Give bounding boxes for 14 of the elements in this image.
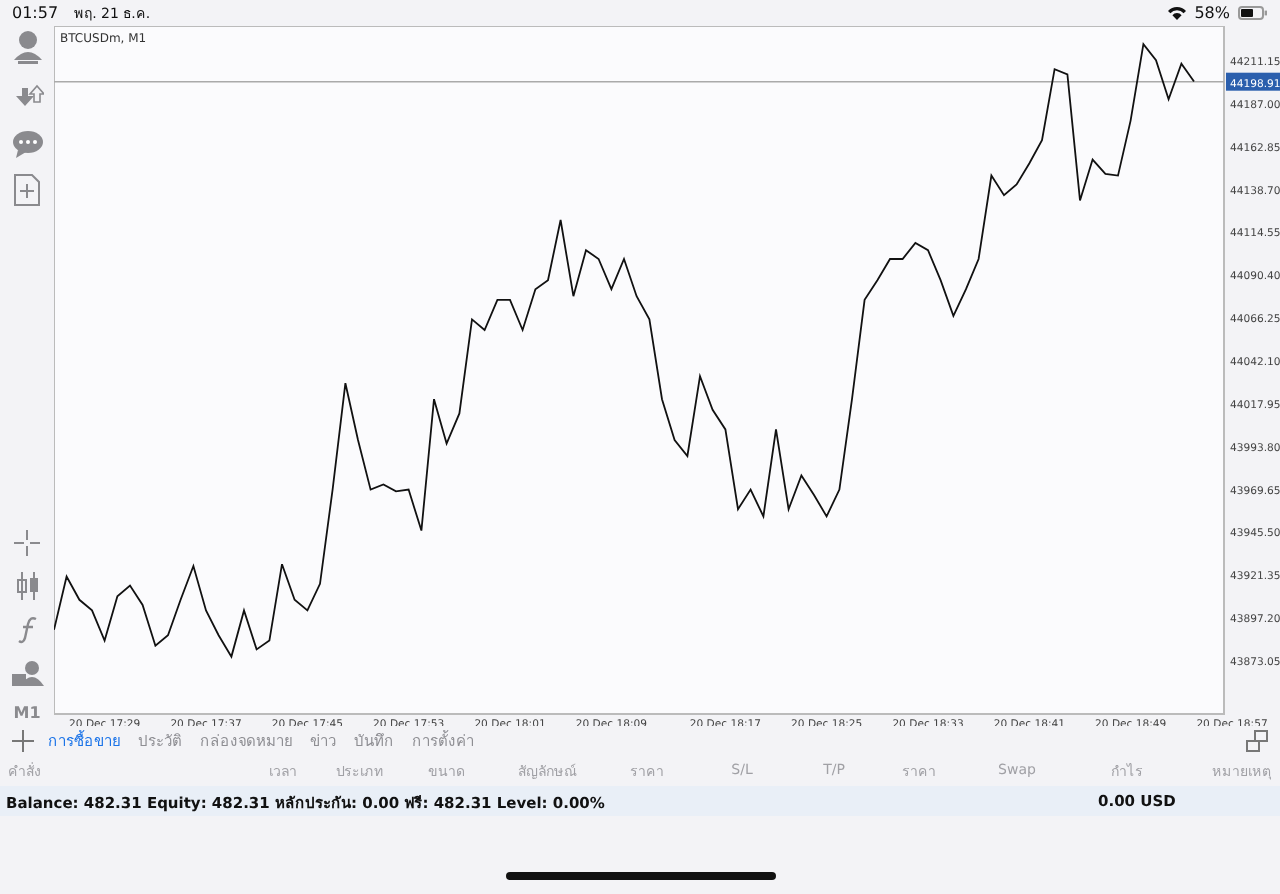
battery-icon — [1238, 6, 1268, 20]
status-time: 01:57 — [12, 4, 59, 22]
wifi-icon — [1168, 6, 1187, 20]
function-icon[interactable] — [17, 616, 37, 644]
candlestick-icon[interactable] — [15, 572, 39, 600]
battery-percent: 58% — [1194, 4, 1230, 22]
chat-icon[interactable] — [11, 130, 43, 158]
timeframe-label[interactable]: M1 — [13, 704, 41, 722]
people-icon[interactable] — [11, 660, 43, 688]
crosshair-icon[interactable] — [14, 530, 40, 556]
new-document-icon[interactable] — [14, 174, 40, 206]
account-icon[interactable] — [11, 30, 43, 66]
layout-icon[interactable] — [1246, 729, 1268, 751]
add-icon[interactable] — [12, 729, 34, 751]
